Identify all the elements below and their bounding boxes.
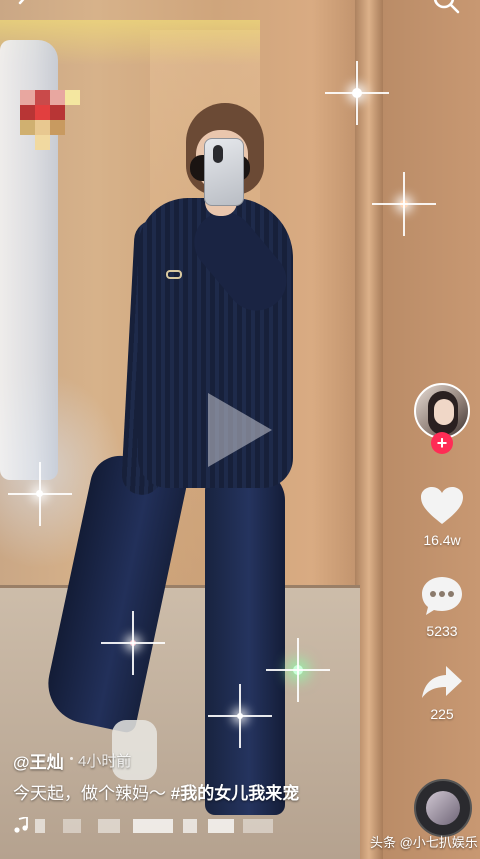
- comment-icon: [422, 577, 462, 615]
- share-arrow-icon: [422, 666, 462, 698]
- sparkle-effect: [400, 200, 408, 208]
- like-button[interactable]: 16.4w: [410, 486, 474, 548]
- music-note-icon: [14, 817, 28, 833]
- comment-button[interactable]: 5233: [410, 575, 474, 639]
- video-caption: 今天起，做个辣妈～ #我的女儿我来宠: [13, 779, 299, 804]
- brooch: [166, 270, 182, 279]
- search-icon[interactable]: [432, 0, 462, 18]
- blurred-text: [183, 819, 197, 833]
- heart-icon: [421, 487, 463, 524]
- hashtag-link[interactable]: #我的女儿我来宠: [171, 784, 299, 803]
- phone: [204, 138, 244, 206]
- like-count: 16.4w: [423, 532, 461, 548]
- caption-text: 今天起，做个辣妈～: [13, 784, 171, 803]
- blurred-text: [35, 819, 45, 833]
- creator-avatar[interactable]: [414, 383, 470, 439]
- author-handle[interactable]: @王灿: [13, 748, 64, 773]
- sparkle-effect: [352, 88, 362, 98]
- trouser-leg-right: [205, 470, 285, 815]
- share-count: 225: [430, 706, 454, 722]
- blurred-text: [243, 819, 273, 833]
- sparkle-effect: [130, 640, 136, 646]
- sparkle-effect: [237, 713, 243, 719]
- comment-count: 5233: [426, 623, 458, 639]
- phone-camera: [213, 145, 223, 163]
- blurred-text: [63, 819, 81, 833]
- play-icon[interactable]: [208, 393, 272, 467]
- music-marquee[interactable]: [13, 815, 283, 837]
- disc-cover: [426, 791, 460, 825]
- avatar-face: [434, 399, 454, 425]
- post-time: 4小时前: [78, 753, 132, 770]
- follow-button[interactable]: +: [431, 432, 453, 454]
- sparkle-effect: [293, 665, 303, 675]
- watermark: 头条 @小七扒娱乐: [370, 835, 478, 850]
- sparkle-effect: [36, 490, 43, 497]
- separator-dot: [70, 757, 73, 760]
- music-disc[interactable]: [414, 779, 472, 837]
- share-button[interactable]: 225: [410, 664, 474, 722]
- blurred-text: [208, 819, 234, 833]
- back-arrow-icon[interactable]: [14, 0, 36, 12]
- blurred-text: [98, 819, 120, 833]
- blurred-text: [133, 819, 173, 833]
